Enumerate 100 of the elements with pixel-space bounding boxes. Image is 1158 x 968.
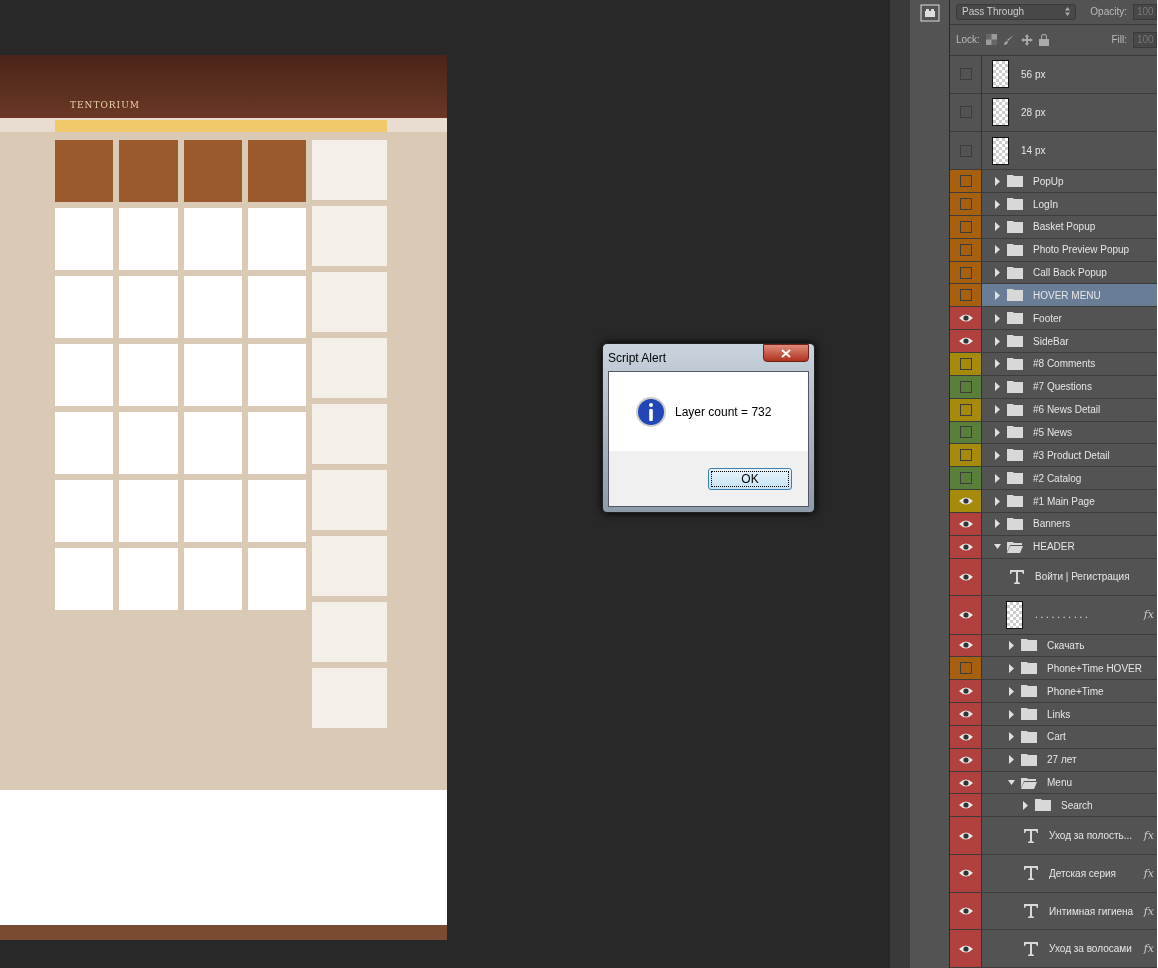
layer-row[interactable]: Детская серия fx (982, 855, 1157, 892)
visibility-toggle[interactable] (950, 284, 982, 307)
collapsed-triangle-icon[interactable] (1008, 640, 1015, 650)
visibility-toggle[interactable] (950, 771, 982, 794)
visibility-toggle[interactable] (950, 512, 982, 535)
collapsed-triangle-icon[interactable] (994, 427, 1001, 437)
visibility-toggle[interactable] (950, 444, 982, 467)
layer-row[interactable]: Phone+Time HOVER (982, 657, 1157, 680)
layer-row[interactable]: #5 News (982, 421, 1157, 444)
visibility-toggle[interactable] (950, 353, 982, 375)
layer-row[interactable]: #8 Comments (982, 353, 1157, 375)
visibility-toggle[interactable] (950, 215, 982, 238)
visibility-toggle[interactable] (950, 892, 982, 930)
collapsed-triangle-icon[interactable] (994, 496, 1001, 506)
visibility-toggle[interactable] (950, 558, 982, 596)
collapsed-triangle-icon[interactable] (994, 519, 1001, 529)
layer-row[interactable]: Уход за полость... fx (982, 817, 1157, 854)
visibility-toggle[interactable] (950, 421, 982, 444)
layer-row[interactable]: 27 лет (982, 748, 1157, 771)
visibility-toggle[interactable] (950, 855, 982, 892)
layer-row[interactable]: Phone+Time (982, 680, 1157, 703)
layer-row[interactable]: #1 Main Page (982, 490, 1157, 512)
layer-row[interactable]: Basket Popup (982, 215, 1157, 238)
layer-row[interactable]: Search (982, 794, 1157, 817)
visibility-toggle[interactable] (950, 238, 982, 261)
visibility-toggle[interactable] (950, 725, 982, 748)
collapsed-triangle-icon[interactable] (1008, 663, 1015, 673)
layer-row[interactable]: 14 px (982, 132, 1157, 170)
visibility-toggle[interactable] (950, 680, 982, 703)
layer-row[interactable]: Menu (982, 771, 1157, 794)
collapsed-triangle-icon[interactable] (994, 382, 1001, 392)
visibility-toggle[interactable] (950, 261, 982, 284)
layer-row[interactable]: Уход за волосами fx (982, 930, 1157, 968)
layer-row[interactable]: #7 Questions (982, 375, 1157, 398)
visibility-toggle[interactable] (950, 193, 982, 215)
layer-row[interactable]: 28 px (982, 93, 1157, 132)
layer-row[interactable]: Photo Preview Popup (982, 238, 1157, 261)
visibility-toggle[interactable] (950, 467, 982, 490)
layer-row[interactable]: Footer (982, 307, 1157, 330)
layer-row[interactable]: . . . . . . . . . . fx (982, 596, 1157, 634)
collapsed-triangle-icon[interactable] (994, 290, 1001, 300)
collapsed-triangle-icon[interactable] (994, 473, 1001, 483)
visibility-toggle[interactable] (950, 657, 982, 680)
lock-transparent-icon[interactable] (985, 34, 997, 46)
expanded-triangle-icon[interactable] (1008, 778, 1015, 788)
expanded-triangle-icon[interactable] (994, 542, 1001, 552)
layer-row[interactable]: LogIn (982, 193, 1157, 215)
visibility-toggle[interactable] (950, 794, 982, 817)
visibility-toggle[interactable] (950, 330, 982, 352)
folder-icon (1007, 357, 1023, 370)
layer-row[interactable]: HEADER (982, 535, 1157, 558)
layer-row[interactable]: Links (982, 703, 1157, 725)
collapsed-triangle-icon[interactable] (994, 199, 1001, 209)
layer-row[interactable]: #6 News Detail (982, 398, 1157, 421)
layer-row[interactable]: HOVER MENU (982, 284, 1157, 307)
visibility-toggle[interactable] (950, 817, 982, 854)
visibility-toggle[interactable] (950, 490, 982, 512)
layer-row[interactable]: Cart (982, 725, 1157, 748)
layer-row[interactable]: Войти | Регистрация (982, 558, 1157, 596)
visibility-toggle[interactable] (950, 596, 982, 634)
collapsed-triangle-icon[interactable] (994, 336, 1001, 346)
close-button[interactable] (763, 344, 809, 362)
layer-row[interactable]: Скачать (982, 634, 1157, 657)
collapsed-triangle-icon[interactable] (994, 359, 1001, 369)
visibility-toggle[interactable] (950, 307, 982, 330)
visibility-toggle[interactable] (950, 375, 982, 398)
collapsed-triangle-icon[interactable] (1022, 800, 1029, 810)
collapsed-triangle-icon[interactable] (1008, 755, 1015, 765)
layer-row[interactable]: 56 px (982, 55, 1157, 93)
blend-mode-dropdown[interactable]: Pass Through (956, 3, 1076, 20)
collapsed-triangle-icon[interactable] (994, 176, 1001, 186)
collapsed-triangle-icon[interactable] (994, 222, 1001, 232)
collapsed-triangle-icon[interactable] (1008, 709, 1015, 719)
layer-row[interactable]: Call Back Popup (982, 261, 1157, 284)
collapsed-triangle-icon[interactable] (994, 245, 1001, 255)
layer-row[interactable]: Интимная гигиена fx (982, 892, 1157, 930)
lock-icon[interactable] (1038, 33, 1049, 46)
product-card (55, 276, 114, 338)
collapsed-triangle-icon[interactable] (1008, 686, 1015, 696)
move-icon[interactable] (1020, 33, 1033, 46)
ok-button[interactable]: OK (708, 467, 792, 490)
visibility-toggle[interactable] (950, 634, 982, 657)
collapsed-triangle-icon[interactable] (994, 313, 1001, 323)
collapsed-triangle-icon[interactable] (994, 450, 1001, 460)
layer-row[interactable]: Banners (982, 512, 1157, 535)
layer-row[interactable]: #3 Product Detail (982, 444, 1157, 467)
visibility-toggle[interactable] (950, 748, 982, 771)
collapsed-triangle-icon[interactable] (994, 405, 1001, 415)
layer-row[interactable]: SideBar (982, 330, 1157, 352)
collapsed-triangle-icon[interactable] (1008, 732, 1015, 742)
layer-row[interactable]: PopUp (982, 170, 1157, 193)
visibility-toggle[interactable] (950, 703, 982, 725)
collapsed-triangle-icon[interactable] (994, 268, 1001, 278)
layers-panel-icon[interactable] (919, 4, 940, 22)
brush-icon[interactable] (1002, 33, 1015, 46)
visibility-toggle[interactable] (950, 930, 982, 968)
visibility-toggle[interactable] (950, 535, 982, 558)
visibility-toggle[interactable] (950, 398, 982, 421)
visibility-toggle[interactable] (950, 170, 982, 193)
layer-row[interactable]: #2 Catalog (982, 467, 1157, 490)
